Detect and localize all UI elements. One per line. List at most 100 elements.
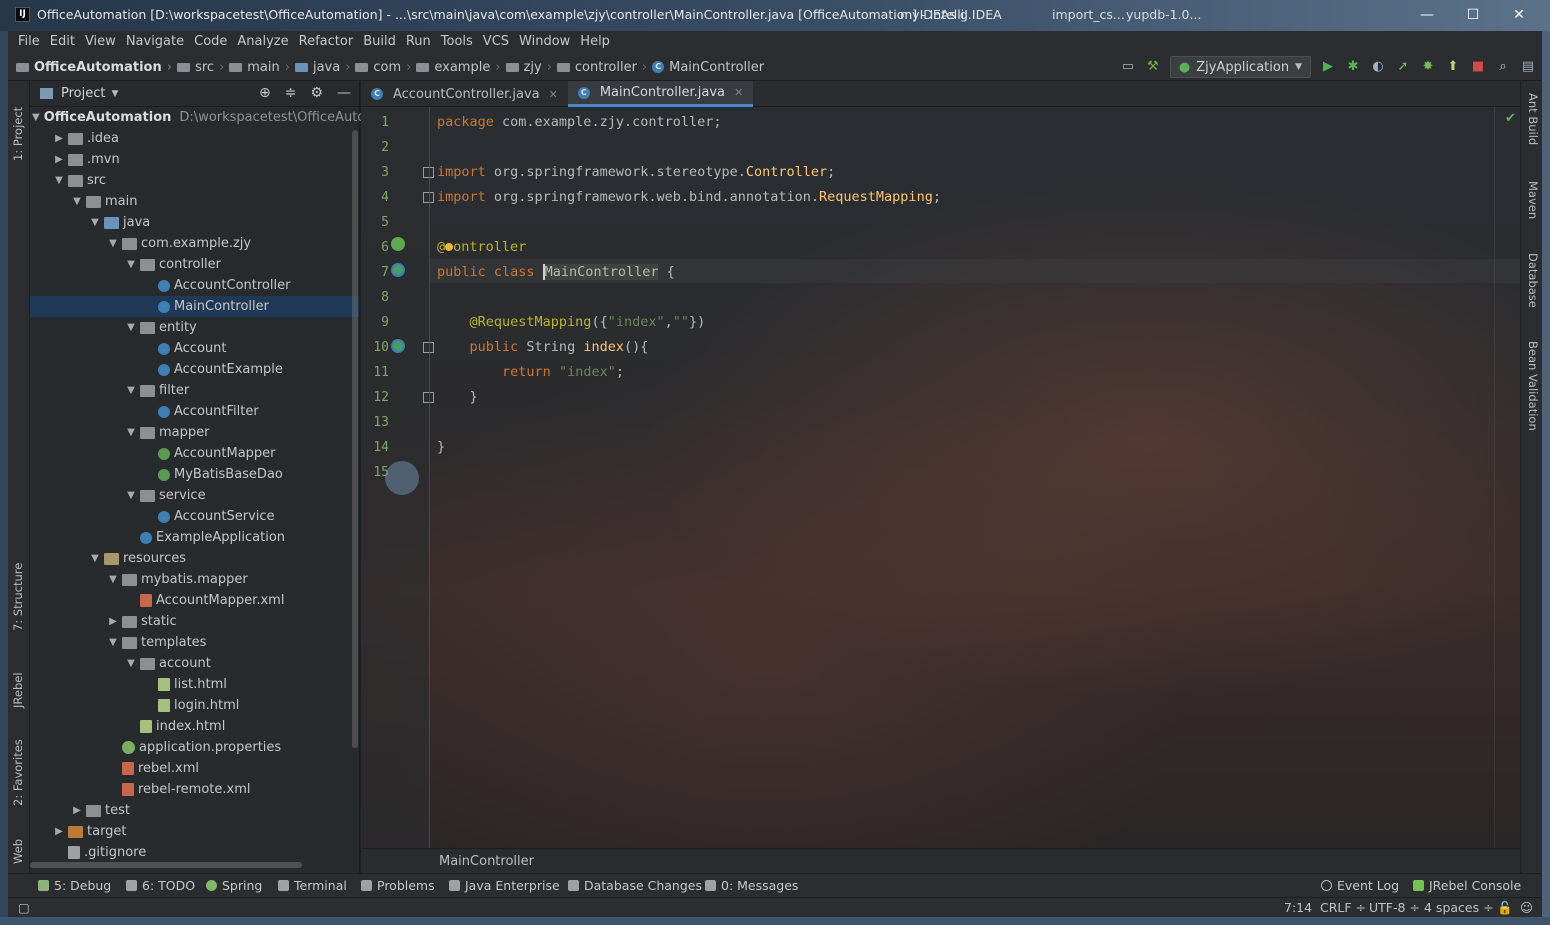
encoding-select[interactable]: UTF-8 ÷ bbox=[1369, 900, 1420, 915]
expand-down-icon[interactable]: ▼ bbox=[86, 553, 104, 564]
tree-item[interactable]: ▶ static bbox=[30, 611, 359, 632]
tree-item[interactable]: ▼ com.example.zjy bbox=[30, 233, 359, 254]
close-tab-icon[interactable]: ✕ bbox=[734, 86, 743, 99]
tree-item[interactable]: ▶AccountController bbox=[30, 275, 359, 296]
tree-item[interactable]: ▶Account bbox=[30, 338, 359, 359]
coverage-icon[interactable]: ◐ bbox=[1370, 59, 1386, 75]
tree-item[interactable]: ▼ src bbox=[30, 170, 359, 191]
spring-toolwindow-button[interactable]: Spring bbox=[206, 874, 262, 898]
menu-run[interactable]: Run bbox=[401, 31, 436, 53]
collapse-all-icon[interactable]: ≑ bbox=[285, 85, 297, 101]
tree-item[interactable]: ▼ templates bbox=[30, 632, 359, 653]
tree-item[interactable]: ▶.gitignore bbox=[30, 842, 359, 863]
jrebel-console-toolwindow-button[interactable]: JRebel Console bbox=[1413, 874, 1521, 898]
tab-favorites[interactable]: 2: Favorites bbox=[11, 721, 27, 806]
gear-icon[interactable]: ⚙ bbox=[310, 85, 323, 101]
breadcrumb-item[interactable]: src › bbox=[177, 60, 229, 75]
tree-item[interactable]: ▼ java bbox=[30, 212, 359, 233]
request-mapping-icon[interactable] bbox=[391, 339, 405, 353]
tree-item[interactable]: ▶rebel-remote.xml bbox=[30, 779, 359, 800]
run-icon[interactable]: ▶ bbox=[1320, 59, 1336, 75]
chevron-down-icon[interactable]: ▼ bbox=[111, 89, 118, 99]
intention-bulb-icon[interactable] bbox=[445, 243, 454, 251]
project-view-select[interactable]: Project bbox=[61, 86, 105, 101]
expand-right-icon[interactable]: ▶ bbox=[104, 616, 122, 627]
expand-down-icon[interactable]: ▼ bbox=[122, 490, 140, 501]
editor-breadcrumb-item[interactable]: MainController bbox=[439, 854, 534, 869]
locate-icon[interactable]: ⊕ bbox=[259, 85, 271, 101]
code-area[interactable]: 1 2 3 4 5 6 7 8 9 10 11 12 13 14 15 pack… bbox=[361, 107, 1520, 848]
close-button[interactable]: ✕ bbox=[1504, 4, 1534, 26]
tree-item[interactable]: ▶ExampleApplication bbox=[30, 527, 359, 548]
menu-edit[interactable]: Edit bbox=[45, 31, 80, 53]
project-structure-icon[interactable]: ▭ bbox=[1120, 59, 1136, 75]
spring-controller-icon[interactable] bbox=[391, 263, 405, 277]
expand-right-icon[interactable]: ▶ bbox=[50, 154, 68, 165]
menu-analyze[interactable]: Analyze bbox=[232, 31, 293, 53]
tab-maven[interactable]: Maven bbox=[1524, 181, 1540, 236]
indent-select[interactable]: 4 spaces ÷ bbox=[1424, 900, 1494, 915]
tab-web[interactable]: Web bbox=[11, 819, 27, 864]
tree-item[interactable]: ▶AccountMapper bbox=[30, 443, 359, 464]
menu-window[interactable]: Window bbox=[514, 31, 575, 53]
expand-down-icon[interactable]: ▼ bbox=[122, 322, 140, 333]
todo-toolwindow-button[interactable]: 6: TODO bbox=[126, 874, 195, 898]
build-hammer-icon[interactable]: ⚒ bbox=[1145, 59, 1161, 75]
stop-icon[interactable]: ■ bbox=[1470, 59, 1486, 75]
tree-item[interactable]: ▶AccountFilter bbox=[30, 401, 359, 422]
tree-item[interactable]: ▶login.html bbox=[30, 695, 359, 716]
minimize-button[interactable]: — bbox=[1412, 4, 1442, 26]
expand-down-icon[interactable]: ▼ bbox=[122, 385, 140, 396]
tree-item[interactable]: ▶rebel.xml bbox=[30, 758, 359, 779]
horizontal-scrollbar[interactable] bbox=[30, 862, 302, 868]
search-icon[interactable]: ⌕ bbox=[1495, 59, 1511, 75]
expand-right-icon[interactable]: ▶ bbox=[50, 133, 68, 144]
tree-item[interactable]: ▼ entity bbox=[30, 317, 359, 338]
expand-down-icon[interactable]: ▼ bbox=[32, 112, 40, 123]
expand-down-icon[interactable]: ▼ bbox=[122, 658, 140, 669]
run-configuration-select[interactable]: ● ZjyApplication ▼ bbox=[1169, 56, 1311, 78]
jrebel-update-icon[interactable]: ⬆ bbox=[1445, 59, 1461, 75]
tree-item[interactable]: ▶MyBatisBaseDao bbox=[30, 464, 359, 485]
jrebel-run-icon[interactable]: ➚ bbox=[1395, 59, 1411, 75]
breadcrumb-item[interactable]: com › bbox=[355, 60, 416, 75]
close-tab-icon[interactable]: ✕ bbox=[549, 88, 558, 101]
breadcrumb-item[interactable]: example › bbox=[416, 60, 505, 75]
expand-down-icon[interactable]: ▼ bbox=[86, 217, 104, 228]
tree-item[interactable]: ▼ mybatis.mapper bbox=[30, 569, 359, 590]
line-separator-select[interactable]: CRLF ÷ bbox=[1320, 900, 1366, 915]
menu-refactor[interactable]: Refactor bbox=[294, 31, 359, 53]
expand-down-icon[interactable]: ▼ bbox=[50, 175, 68, 186]
problems-toolwindow-button[interactable]: Problems bbox=[361, 874, 435, 898]
hide-icon[interactable]: — bbox=[337, 85, 351, 101]
tree-item[interactable]: ▶AccountService bbox=[30, 506, 359, 527]
expand-down-icon[interactable]: ▼ bbox=[122, 427, 140, 438]
floating-assistant-icon[interactable] bbox=[385, 461, 419, 495]
tab-structure[interactable]: 7: Structure bbox=[11, 551, 27, 631]
expand-down-icon[interactable]: ▼ bbox=[104, 637, 122, 648]
expand-right-icon[interactable]: ▶ bbox=[68, 805, 86, 816]
tree-item[interactable]: ▶index.html bbox=[30, 716, 359, 737]
java-enterprise-toolwindow-button[interactable]: Java Enterprise bbox=[449, 874, 560, 898]
caret-position[interactable]: 7:14 bbox=[1284, 900, 1312, 915]
debug-toolwindow-button[interactable]: 5: Debug bbox=[38, 874, 111, 898]
breadcrumb-item[interactable]: main › bbox=[229, 60, 295, 75]
menu-code[interactable]: Code bbox=[189, 31, 232, 53]
tab-jrebel[interactable]: JRebel bbox=[11, 653, 27, 708]
expand-down-icon[interactable]: ▼ bbox=[122, 259, 140, 270]
breadcrumb-item[interactable]: zjy › bbox=[505, 60, 557, 75]
tree-item[interactable]: ▶AccountMapper.xml bbox=[30, 590, 359, 611]
tree-item[interactable]: ▼ account bbox=[30, 653, 359, 674]
jrebel-debug-icon[interactable]: ✸ bbox=[1420, 59, 1436, 75]
tree-item[interactable]: ▶list.html bbox=[30, 674, 359, 695]
inspection-ok-icon[interactable]: ✔ bbox=[1505, 111, 1516, 126]
vertical-scrollbar[interactable] bbox=[352, 130, 358, 748]
menu-help[interactable]: Help bbox=[575, 31, 615, 53]
tab-account-controller[interactable]: C AccountController.java ✕ bbox=[361, 81, 568, 107]
breadcrumb-item[interactable]: controller › bbox=[556, 60, 652, 75]
lock-icon[interactable]: 🔓 bbox=[1497, 900, 1513, 916]
debug-icon[interactable]: ✱ bbox=[1345, 59, 1361, 75]
tree-item[interactable]: ▶MainController bbox=[30, 296, 359, 317]
layout-icon[interactable]: ▤ bbox=[1520, 59, 1536, 75]
tree-item[interactable]: ▶application.properties bbox=[30, 737, 359, 758]
